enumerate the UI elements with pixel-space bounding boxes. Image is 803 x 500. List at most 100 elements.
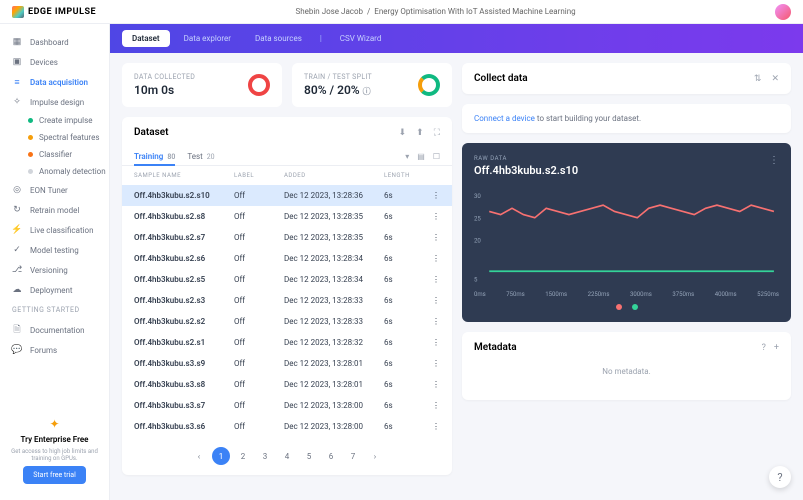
page-2[interactable]: 2 — [234, 447, 252, 465]
th-added[interactable]: ADDED — [284, 172, 384, 179]
row-menu-icon[interactable]: ⋮ — [424, 401, 440, 410]
usb-icon[interactable]: ⇅ — [754, 74, 762, 84]
row-menu-icon[interactable]: ⋮ — [424, 212, 440, 221]
page-6[interactable]: 6 — [322, 447, 340, 465]
info-icon[interactable]: ⓘ — [363, 87, 371, 96]
nav-icon: ⚡ — [12, 225, 22, 235]
row-menu-icon[interactable]: ⋮ — [424, 233, 440, 242]
subnav-spectral-features[interactable]: Spectral features — [0, 129, 109, 146]
subnav-label: Spectral features — [39, 133, 99, 142]
page-7[interactable]: 7 — [344, 447, 362, 465]
meta-help-icon[interactable]: ? — [762, 343, 766, 353]
x-tick: 5250ms — [757, 291, 779, 298]
subnav-classifier[interactable]: Classifier — [0, 146, 109, 163]
table-row[interactable]: Off.4hb3kubu.s2.s5OffDec 12 2023, 13:28:… — [122, 269, 452, 290]
nav-documentation[interactable]: 🗎Documentation — [0, 320, 109, 340]
cell-label: Off — [234, 317, 284, 326]
row-menu-icon[interactable]: ⋮ — [424, 359, 440, 368]
nav-devices[interactable]: ▣Devices — [0, 52, 109, 72]
grid-icon[interactable]: ▤ — [417, 152, 425, 161]
breadcrumb-user[interactable]: Shebin Jose Jacob — [295, 7, 363, 16]
cell-name: Off.4hb3kubu.s2.s2 — [134, 317, 234, 326]
close-icon[interactable]: ✕ — [771, 74, 779, 84]
tab-data-explorer[interactable]: Data explorer — [174, 30, 241, 47]
cell-label: Off — [234, 380, 284, 389]
row-menu-icon[interactable]: ⋮ — [424, 380, 440, 389]
nav-forums[interactable]: 💬Forums — [0, 340, 109, 360]
trial-title: Try Enterprise Free — [8, 435, 101, 444]
tab-dataset[interactable]: Dataset — [122, 30, 170, 47]
nav-model-testing[interactable]: ✓Model testing — [0, 240, 109, 260]
expand-icon[interactable]: ⛶ — [434, 128, 440, 138]
th-length[interactable]: LENGTH — [384, 172, 424, 179]
logo[interactable]: EDGE IMPULSE — [12, 6, 96, 18]
table-row[interactable]: Off.4hb3kubu.s2.s10OffDec 12 2023, 13:28… — [122, 185, 452, 206]
table-row[interactable]: Off.4hb3kubu.s2.s1OffDec 12 2023, 13:28:… — [122, 332, 452, 353]
nav-live-classification[interactable]: ⚡Live classification — [0, 220, 109, 240]
raw-title: Off.4hb3kubu.s2.s10 — [474, 164, 779, 177]
nav-versioning[interactable]: ⎇Versioning — [0, 260, 109, 280]
dataset-tab-training[interactable]: Training 80 — [134, 148, 175, 165]
page-prev[interactable]: ‹ — [190, 447, 208, 465]
table-row[interactable]: Off.4hb3kubu.s2.s8OffDec 12 2023, 13:28:… — [122, 206, 452, 227]
nav-dashboard[interactable]: ▦Dashboard — [0, 32, 109, 52]
cell-length: 6s — [384, 401, 424, 410]
page-next[interactable]: › — [366, 447, 384, 465]
raw-menu-icon[interactable]: ⋮ — [769, 155, 779, 166]
table-row[interactable]: Off.4hb3kubu.s2.s6OffDec 12 2023, 13:28:… — [122, 248, 452, 269]
row-menu-icon[interactable]: ⋮ — [424, 275, 440, 284]
row-menu-icon[interactable]: ⋮ — [424, 254, 440, 263]
stat-split-label: TRAIN / TEST SPLIT — [304, 73, 372, 81]
nav-data-acquisition[interactable]: ≡Data acquisition — [0, 72, 109, 92]
dataset-tab-test[interactable]: Test 20 — [187, 148, 214, 165]
tab-csv-wizard[interactable]: CSV Wizard — [330, 30, 392, 47]
upload-icon[interactable]: ⬆ — [416, 128, 424, 138]
table-row[interactable]: Off.4hb3kubu.s3.s8OffDec 12 2023, 13:28:… — [122, 374, 452, 395]
subnav-create-impulse[interactable]: Create impulse — [0, 112, 109, 129]
page-1[interactable]: 1 — [212, 447, 230, 465]
meta-add-icon[interactable]: + — [774, 343, 779, 353]
cell-length: 6s — [384, 296, 424, 305]
row-menu-icon[interactable]: ⋮ — [424, 317, 440, 326]
page-4[interactable]: 4 — [278, 447, 296, 465]
nav-eon-tuner[interactable]: ◎EON Tuner — [0, 180, 109, 200]
section-getting-started: GETTING STARTED — [0, 300, 109, 320]
cell-label: Off — [234, 233, 284, 242]
nav-icon: ↻ — [12, 205, 22, 215]
download-icon[interactable]: ⬇ — [399, 128, 407, 138]
connect-hint-text: to start building your dataset. — [535, 114, 641, 123]
svg-text:25: 25 — [474, 214, 481, 222]
page-5[interactable]: 5 — [300, 447, 318, 465]
subnav-anomaly-detection[interactable]: Anomaly detection — [0, 163, 109, 180]
table-row[interactable]: Off.4hb3kubu.s3.s9OffDec 12 2023, 13:28:… — [122, 353, 452, 374]
avatar[interactable] — [775, 4, 791, 20]
page-3[interactable]: 3 — [256, 447, 274, 465]
row-menu-icon[interactable]: ⋮ — [424, 338, 440, 347]
dot-icon — [28, 135, 33, 140]
table-row[interactable]: Off.4hb3kubu.s3.s6OffDec 12 2023, 13:28:… — [122, 416, 452, 437]
connect-device-link[interactable]: Connect a device — [474, 114, 535, 123]
start-trial-button[interactable]: Start free trial — [23, 466, 86, 484]
nav-retrain-model[interactable]: ↻Retrain model — [0, 200, 109, 220]
nav-deployment[interactable]: ☁Deployment — [0, 280, 109, 300]
dataset-title: Dataset — [134, 127, 169, 138]
row-menu-icon[interactable]: ⋮ — [424, 191, 440, 200]
nav-impulse-design[interactable]: ✧Impulse design — [0, 92, 109, 112]
select-icon[interactable]: ☐ — [433, 152, 440, 161]
table-row[interactable]: Off.4hb3kubu.s3.s7OffDec 12 2023, 13:28:… — [122, 395, 452, 416]
breadcrumb-project[interactable]: Energy Optimisation With IoT Assisted Ma… — [374, 7, 575, 16]
row-menu-icon[interactable]: ⋮ — [424, 422, 440, 431]
th-label[interactable]: LABEL — [234, 172, 284, 179]
row-menu-icon[interactable]: ⋮ — [424, 296, 440, 305]
table-row[interactable]: Off.4hb3kubu.s2.s7OffDec 12 2023, 13:28:… — [122, 227, 452, 248]
help-fab[interactable]: ? — [769, 466, 791, 488]
table-row[interactable]: Off.4hb3kubu.s2.s2OffDec 12 2023, 13:28:… — [122, 311, 452, 332]
cell-label: Off — [234, 296, 284, 305]
filter-icon[interactable]: ▾ — [405, 152, 409, 161]
cell-label: Off — [234, 422, 284, 431]
tab-data-sources[interactable]: Data sources — [245, 30, 312, 47]
cell-length: 6s — [384, 275, 424, 284]
th-name[interactable]: SAMPLE NAME — [134, 172, 234, 179]
raw-chart: 30 25 20 5 — [474, 187, 779, 287]
table-row[interactable]: Off.4hb3kubu.s2.s3OffDec 12 2023, 13:28:… — [122, 290, 452, 311]
